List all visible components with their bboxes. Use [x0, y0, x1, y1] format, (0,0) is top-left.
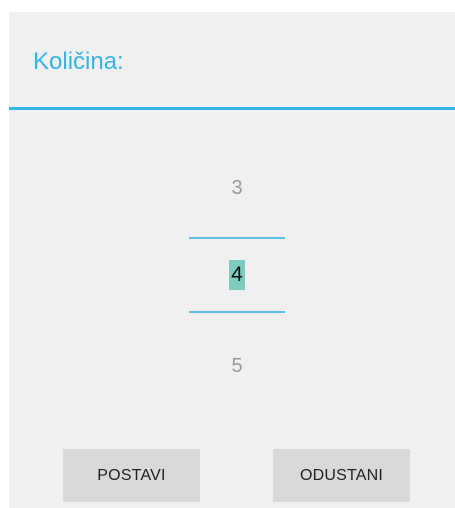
picker-selection-divider-bottom: [189, 311, 285, 313]
quantity-dialog: Količina: 3 4 5 POSTAVI ODUSTANI: [9, 12, 455, 508]
picker-previous-value[interactable]: 3: [189, 176, 285, 200]
picker-current-value[interactable]: 4: [229, 260, 245, 290]
title-divider: [9, 107, 455, 110]
postavi-button[interactable]: POSTAVI: [63, 449, 200, 502]
odustani-button[interactable]: ODUSTANI: [273, 449, 410, 502]
picker-current-value-field[interactable]: 4: [189, 260, 285, 292]
picker-selection-divider-top: [189, 237, 285, 239]
picker-next-value[interactable]: 5: [189, 354, 285, 378]
dialog-title: Količina:: [33, 48, 124, 75]
